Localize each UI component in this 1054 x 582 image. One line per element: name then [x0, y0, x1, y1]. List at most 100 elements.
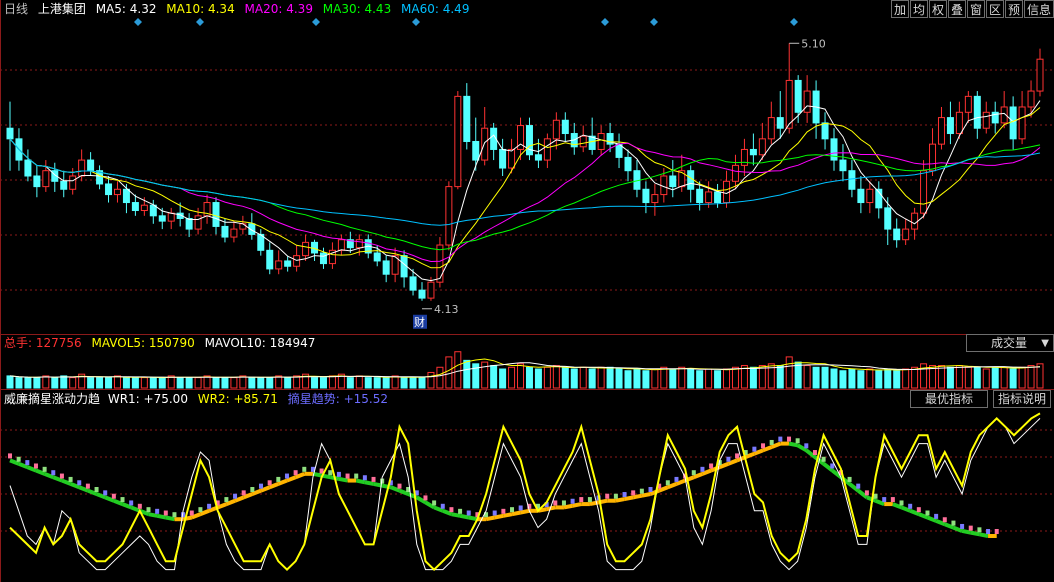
volume-bar — [749, 366, 757, 389]
trend-marker — [250, 487, 255, 492]
volume-bar — [382, 377, 390, 389]
trend-marker — [726, 456, 731, 462]
volume-bar — [418, 377, 426, 389]
trend-marker — [163, 510, 168, 516]
indicator-name[interactable]: 威廉摘星涨动力趋 — [4, 392, 100, 406]
event-diamond-icon — [790, 18, 798, 26]
volume-bar — [490, 365, 498, 389]
trend-segment — [572, 502, 582, 508]
volume-bar — [669, 368, 677, 389]
trend-marker — [8, 453, 12, 459]
trend-segment — [624, 495, 634, 502]
candle-body — [803, 90, 811, 113]
volume-bar — [633, 368, 641, 389]
candle-body — [982, 111, 990, 129]
candle-body — [472, 140, 480, 161]
trend-marker — [700, 466, 705, 472]
volume-bar — [678, 366, 686, 389]
ma10-line — [9, 107, 1041, 269]
candle-body — [955, 111, 963, 135]
trend-segment — [511, 510, 522, 517]
trend-segment — [502, 512, 513, 518]
volume-bar — [445, 356, 453, 389]
kline-chart[interactable]: 5.10 4.13 财 — [0, 0, 1054, 582]
trend-segment — [451, 512, 461, 518]
trend-marker — [977, 527, 982, 533]
candle-body — [552, 119, 560, 140]
event-diamond-icon — [650, 18, 658, 26]
candle-body — [194, 215, 202, 230]
low-price-label: 4.13 — [434, 303, 459, 316]
volume-bar — [597, 366, 605, 389]
trend-segment — [520, 508, 530, 515]
candle-body — [24, 159, 32, 177]
volume-bar — [758, 365, 766, 389]
trend-marker — [873, 493, 878, 499]
candle-body — [60, 180, 68, 190]
volume-bar — [319, 377, 327, 389]
trend-marker — [501, 508, 506, 514]
indicator-help-button[interactable]: 指标说明 — [993, 390, 1051, 408]
volume-dropdown[interactable]: 成交量 ▼ — [966, 334, 1054, 352]
volume-bar — [221, 377, 229, 389]
volume-bar — [579, 366, 587, 389]
candle-body — [6, 127, 14, 140]
volume-bar — [284, 377, 292, 389]
trend-marker — [934, 513, 939, 519]
trend-marker — [674, 476, 679, 482]
candle-body — [973, 95, 981, 129]
candle-body — [749, 148, 757, 156]
volume-bar — [140, 377, 148, 389]
indicator-header: 威廉摘星涨动力趋 WR1: +75.00 WR2: +85.71 摘星趋势: +… — [4, 391, 388, 407]
candle-body — [785, 79, 793, 129]
candle-body — [499, 148, 507, 169]
trend-marker — [804, 443, 809, 449]
event-diamond-icon — [601, 18, 609, 26]
trend-marker — [856, 483, 861, 489]
volume-bar — [105, 377, 113, 389]
candle-body — [212, 202, 220, 227]
trend-marker — [449, 507, 454, 513]
wr1-label: WR1: +75.00 — [107, 392, 188, 406]
candle-body — [848, 170, 856, 190]
volume-bar — [60, 375, 68, 389]
trend-marker — [284, 473, 289, 479]
candle-body — [131, 202, 139, 212]
trend-marker — [518, 505, 523, 511]
candle-body — [140, 204, 148, 212]
trend-marker — [830, 463, 835, 469]
candle-body — [624, 156, 632, 172]
volume-bar — [884, 368, 892, 389]
trend-marker — [821, 456, 826, 462]
volume-bar — [212, 377, 220, 389]
panel-divider[interactable] — [0, 389, 1054, 390]
candle-body — [33, 175, 41, 188]
volume-bar — [185, 377, 193, 389]
trend-segment — [979, 532, 989, 538]
volume-bar — [911, 366, 919, 389]
trend-segment — [459, 513, 470, 520]
volume-bar — [1009, 368, 1017, 389]
candle-body — [1027, 90, 1035, 108]
trend-label: 摘星趋势: +15.52 — [287, 392, 388, 406]
volume-bar — [731, 366, 739, 389]
trend-segment — [641, 492, 651, 498]
trend-marker — [899, 500, 904, 506]
trend-marker — [77, 480, 82, 486]
trend-marker — [942, 517, 947, 523]
candle-body — [185, 217, 193, 230]
trend-marker — [890, 497, 895, 503]
volume-bar — [463, 359, 471, 389]
trend-marker — [336, 471, 341, 477]
best-indicator-button[interactable]: 最优指标 — [910, 390, 988, 408]
ma30-line — [9, 138, 1041, 251]
volume-bar — [373, 377, 381, 389]
trend-marker — [224, 497, 229, 503]
volume-bar — [391, 375, 399, 389]
candle-body — [929, 143, 937, 172]
trend-marker — [795, 438, 800, 444]
candle-body — [1009, 106, 1017, 140]
candle-body — [239, 223, 247, 230]
trend-marker — [59, 473, 64, 479]
volume-bar — [660, 366, 668, 389]
